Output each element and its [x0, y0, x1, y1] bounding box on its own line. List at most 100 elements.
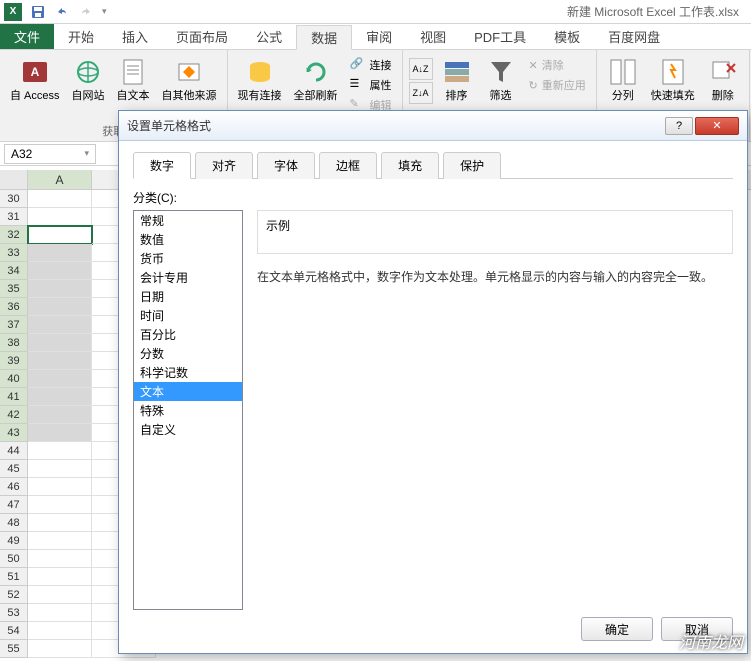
cell[interactable]: [28, 244, 92, 262]
category-item[interactable]: 数值: [134, 230, 242, 249]
dialog-titlebar[interactable]: 设置单元格格式 ? ✕: [119, 111, 747, 141]
cell[interactable]: [28, 604, 92, 622]
cell[interactable]: [28, 262, 92, 280]
ok-button[interactable]: 确定: [581, 617, 653, 641]
cell[interactable]: [28, 514, 92, 532]
row-header[interactable]: 43: [0, 424, 28, 442]
row-header[interactable]: 44: [0, 442, 28, 460]
tab-page-layout[interactable]: 页面布局: [162, 24, 242, 49]
tab-template[interactable]: 模板: [540, 24, 594, 49]
tab-home[interactable]: 开始: [54, 24, 108, 49]
cell[interactable]: [28, 478, 92, 496]
reapply-button[interactable]: ↻重新应用: [525, 76, 590, 94]
row-header[interactable]: 36: [0, 298, 28, 316]
row-header[interactable]: 48: [0, 514, 28, 532]
category-item[interactable]: 文本: [134, 382, 242, 401]
cell[interactable]: [28, 370, 92, 388]
row-header[interactable]: 47: [0, 496, 28, 514]
tab-insert[interactable]: 插入: [108, 24, 162, 49]
row-header[interactable]: 49: [0, 532, 28, 550]
tab-view[interactable]: 视图: [406, 24, 460, 49]
sort-desc-button[interactable]: Z↓A: [409, 82, 433, 104]
from-access-button[interactable]: A 自 Access: [6, 54, 64, 123]
category-item[interactable]: 自定义: [134, 420, 242, 439]
dialog-tab-protect[interactable]: 保护: [443, 152, 501, 179]
row-header[interactable]: 41: [0, 388, 28, 406]
category-item[interactable]: 分数: [134, 344, 242, 363]
select-all-corner[interactable]: [0, 170, 28, 189]
cell[interactable]: [28, 298, 92, 316]
row-header[interactable]: 39: [0, 352, 28, 370]
cell[interactable]: [28, 586, 92, 604]
row-header[interactable]: 42: [0, 406, 28, 424]
category-item[interactable]: 日期: [134, 287, 242, 306]
cell[interactable]: [28, 388, 92, 406]
cell[interactable]: [28, 190, 92, 208]
row-header[interactable]: 52: [0, 586, 28, 604]
row-header[interactable]: 40: [0, 370, 28, 388]
row-header[interactable]: 31: [0, 208, 28, 226]
row-header[interactable]: 55: [0, 640, 28, 658]
row-header[interactable]: 38: [0, 334, 28, 352]
dialog-tab-number[interactable]: 数字: [133, 152, 191, 179]
category-item[interactable]: 百分比: [134, 325, 242, 344]
row-header[interactable]: 35: [0, 280, 28, 298]
cell[interactable]: [28, 622, 92, 640]
category-item[interactable]: 会计专用: [134, 268, 242, 287]
redo-icon[interactable]: [78, 4, 94, 20]
cell[interactable]: [28, 568, 92, 586]
name-box[interactable]: A32: [4, 144, 96, 164]
tab-formulas[interactable]: 公式: [242, 24, 296, 49]
dialog-close-button[interactable]: ✕: [695, 117, 739, 135]
row-header[interactable]: 53: [0, 604, 28, 622]
save-icon[interactable]: [30, 4, 46, 20]
cell[interactable]: [28, 406, 92, 424]
tab-review[interactable]: 审阅: [352, 24, 406, 49]
cell[interactable]: [28, 496, 92, 514]
cell[interactable]: [28, 442, 92, 460]
category-item[interactable]: 货币: [134, 249, 242, 268]
tab-baidu[interactable]: 百度网盘: [594, 24, 674, 49]
cell[interactable]: [28, 334, 92, 352]
tab-file[interactable]: 文件: [0, 24, 54, 49]
qat-dropdown-icon[interactable]: ▾: [102, 6, 107, 17]
cell[interactable]: [28, 208, 92, 226]
category-item[interactable]: 常规: [134, 211, 242, 230]
row-header[interactable]: 50: [0, 550, 28, 568]
tab-pdf[interactable]: PDF工具: [460, 24, 540, 49]
dialog-tab-fill[interactable]: 填充: [381, 152, 439, 179]
cell[interactable]: [28, 532, 92, 550]
from-web-button[interactable]: 自网站: [68, 54, 109, 123]
cell[interactable]: [28, 424, 92, 442]
category-item[interactable]: 科学记数: [134, 363, 242, 382]
cell[interactable]: [28, 316, 92, 334]
category-list[interactable]: 常规数值货币会计专用日期时间百分比分数科学记数文本特殊自定义: [133, 210, 243, 610]
properties-button[interactable]: ☰属性: [346, 76, 396, 94]
connections-button[interactable]: 🔗连接: [346, 56, 396, 74]
dialog-tab-align[interactable]: 对齐: [195, 152, 253, 179]
row-header[interactable]: 45: [0, 460, 28, 478]
row-header[interactable]: 34: [0, 262, 28, 280]
row-header[interactable]: 33: [0, 244, 28, 262]
cell[interactable]: [28, 550, 92, 568]
clear-filter-button[interactable]: ✕清除: [525, 56, 590, 74]
sort-asc-button[interactable]: A↓Z: [409, 58, 433, 80]
row-header[interactable]: 30: [0, 190, 28, 208]
column-header-a[interactable]: A: [28, 170, 92, 189]
tab-data[interactable]: 数据: [296, 25, 352, 50]
row-header[interactable]: 51: [0, 568, 28, 586]
dialog-tab-font[interactable]: 字体: [257, 152, 315, 179]
category-item[interactable]: 时间: [134, 306, 242, 325]
row-header[interactable]: 54: [0, 622, 28, 640]
cell[interactable]: [28, 640, 92, 658]
category-item[interactable]: 特殊: [134, 401, 242, 420]
cell[interactable]: [28, 352, 92, 370]
row-header[interactable]: 46: [0, 478, 28, 496]
cell[interactable]: [28, 460, 92, 478]
cell[interactable]: [28, 280, 92, 298]
undo-icon[interactable]: [54, 4, 70, 20]
row-header[interactable]: 37: [0, 316, 28, 334]
cell[interactable]: [28, 226, 92, 244]
dialog-tab-border[interactable]: 边框: [319, 152, 377, 179]
dialog-help-button[interactable]: ?: [665, 117, 693, 135]
